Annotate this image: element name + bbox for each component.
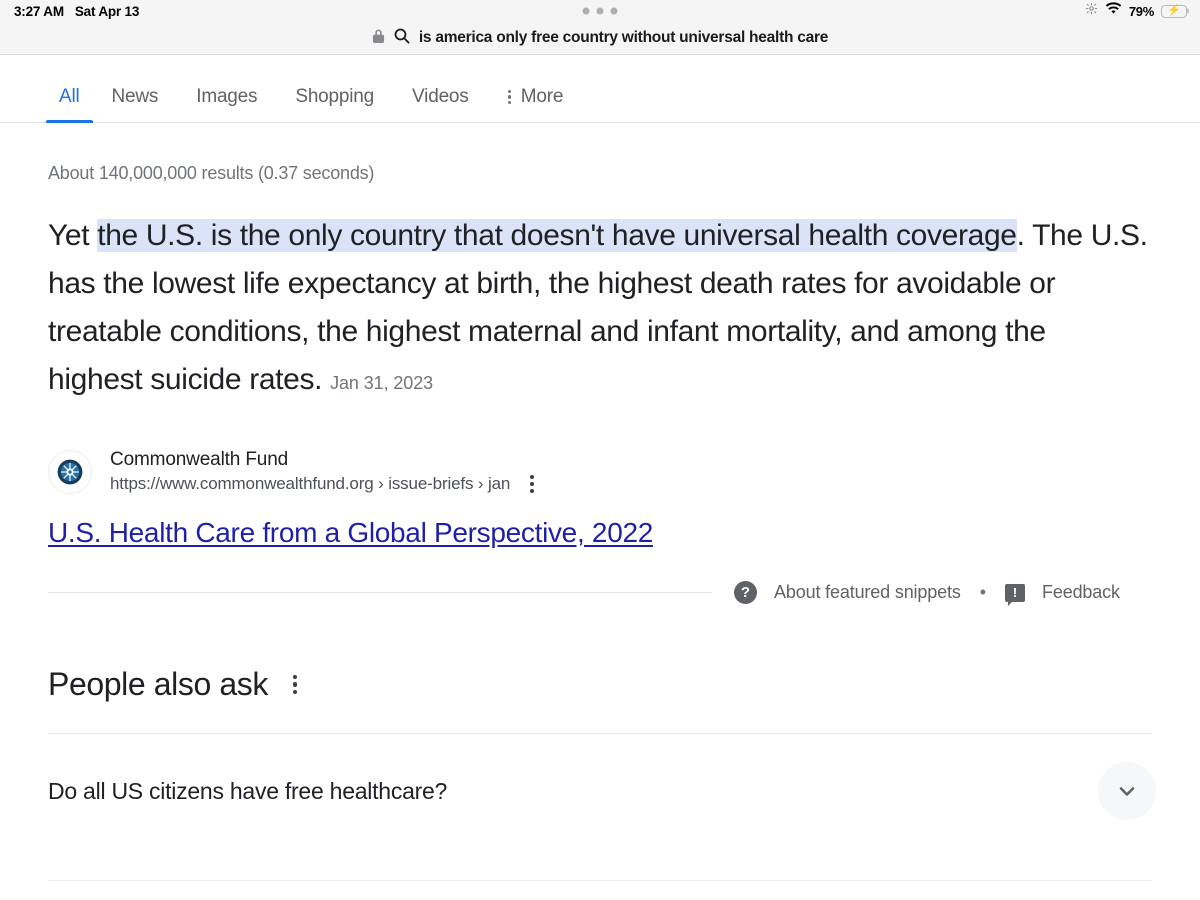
result-stats: About 140,000,000 results (0.37 seconds) <box>48 163 375 183</box>
flag-glyph: ! <box>1012 585 1018 600</box>
result-title-link[interactable]: U.S. Health Care from a Global Perspecti… <box>48 517 653 549</box>
tab-videos[interactable]: Videos <box>393 86 488 122</box>
feedback-flag-icon: ! <box>1005 583 1025 606</box>
dot <box>292 682 298 687</box>
feedback-link[interactable]: Feedback <box>1042 582 1120 603</box>
status-date: Sat Apr 13 <box>74 3 140 19</box>
search-icon <box>394 28 410 49</box>
tab-more-label: More <box>520 86 564 107</box>
snippet-highlight: the U.S. is the only country that doesn'… <box>97 219 1017 252</box>
dot <box>530 482 535 486</box>
people-also-ask-header: People also ask <box>48 666 1152 703</box>
battery-charging-icon: ⚡ <box>1161 4 1187 18</box>
snippet-source[interactable]: Commonwealth Fund https://www.commonweal… <box>48 449 1152 495</box>
tab-more[interactable]: More <box>488 86 578 122</box>
dot <box>507 95 511 99</box>
footer-divider <box>48 592 712 593</box>
tab-all[interactable]: All <box>46 86 93 123</box>
battery-percent: 79% <box>1128 3 1154 19</box>
snippet-date: Jan 31, 2023 <box>330 373 434 393</box>
lock-icon <box>372 28 385 49</box>
people-also-ask-title: People also ask <box>48 666 268 702</box>
people-also-ask-question-row[interactable]: Do all US citizens have free healthcare? <box>48 734 1156 850</box>
dot <box>596 7 604 15</box>
status-left-group: 3:27 AM Sat Apr 13 <box>14 4 139 19</box>
search-results-content: About 140,000,000 results (0.37 seconds)… <box>0 123 1200 881</box>
featured-snippet-text: Yet the U.S. is the only country that do… <box>48 212 1148 407</box>
dot <box>292 674 298 679</box>
people-also-ask-divider-bottom <box>48 880 1152 881</box>
people-also-ask-kebab-menu-icon[interactable] <box>290 672 300 698</box>
tab-images[interactable]: Images <box>177 86 276 122</box>
dot <box>582 7 590 15</box>
search-tabs-bar: All News Images Shopping Videos More <box>0 55 1200 123</box>
charging-bolt-icon: ⚡ <box>1167 4 1181 17</box>
dot <box>610 7 618 15</box>
source-text-group: Commonwealth Fund https://www.commonweal… <box>110 449 536 495</box>
source-url-row: https://www.commonwealthfund.org › issue… <box>110 473 536 495</box>
commonwealth-fund-favicon <box>48 450 92 494</box>
snippet-footer: ? About featured snippets • ! Feedback <box>48 581 1152 606</box>
people-also-ask-question: Do all US citizens have free healthcare? <box>48 777 448 804</box>
dot <box>507 89 511 93</box>
tab-news[interactable]: News <box>93 86 178 122</box>
footer-actions: ? About featured snippets • ! Feedback <box>734 581 1120 606</box>
wifi-icon <box>1105 2 1122 20</box>
chevron-down-icon[interactable] <box>1098 762 1156 820</box>
brightness-icon <box>1085 2 1098 20</box>
address-bar-content[interactable]: is america only free country without uni… <box>372 28 828 49</box>
source-site-name: Commonwealth Fund <box>110 449 289 470</box>
status-time: 3:27 AM <box>14 3 64 19</box>
status-right-group: 79% ⚡ <box>1085 2 1187 20</box>
dot <box>530 475 535 479</box>
kebab-menu-icon <box>507 89 511 105</box>
tab-shopping[interactable]: Shopping <box>276 86 393 122</box>
ipad-status-bar: 3:27 AM Sat Apr 13 79% ⚡ <box>0 0 1200 22</box>
people-also-ask-section: People also ask Do all US citizens have … <box>48 666 1156 881</box>
multitask-dots-icon[interactable] <box>582 7 618 15</box>
about-featured-snippets-link[interactable]: About featured snippets <box>774 582 961 603</box>
footer-separator: • <box>979 582 986 602</box>
question-mark-icon: ? <box>734 581 757 604</box>
dot <box>507 101 511 105</box>
browser-address-bar[interactable]: is america only free country without uni… <box>0 22 1200 55</box>
dot <box>292 690 298 695</box>
address-bar-query: is america only free country without uni… <box>418 29 829 46</box>
source-kebab-menu-icon[interactable] <box>528 473 536 495</box>
snippet-lead: Yet <box>48 219 98 252</box>
dot <box>530 489 535 493</box>
source-url: https://www.commonwealthfund.org › issue… <box>110 474 511 493</box>
